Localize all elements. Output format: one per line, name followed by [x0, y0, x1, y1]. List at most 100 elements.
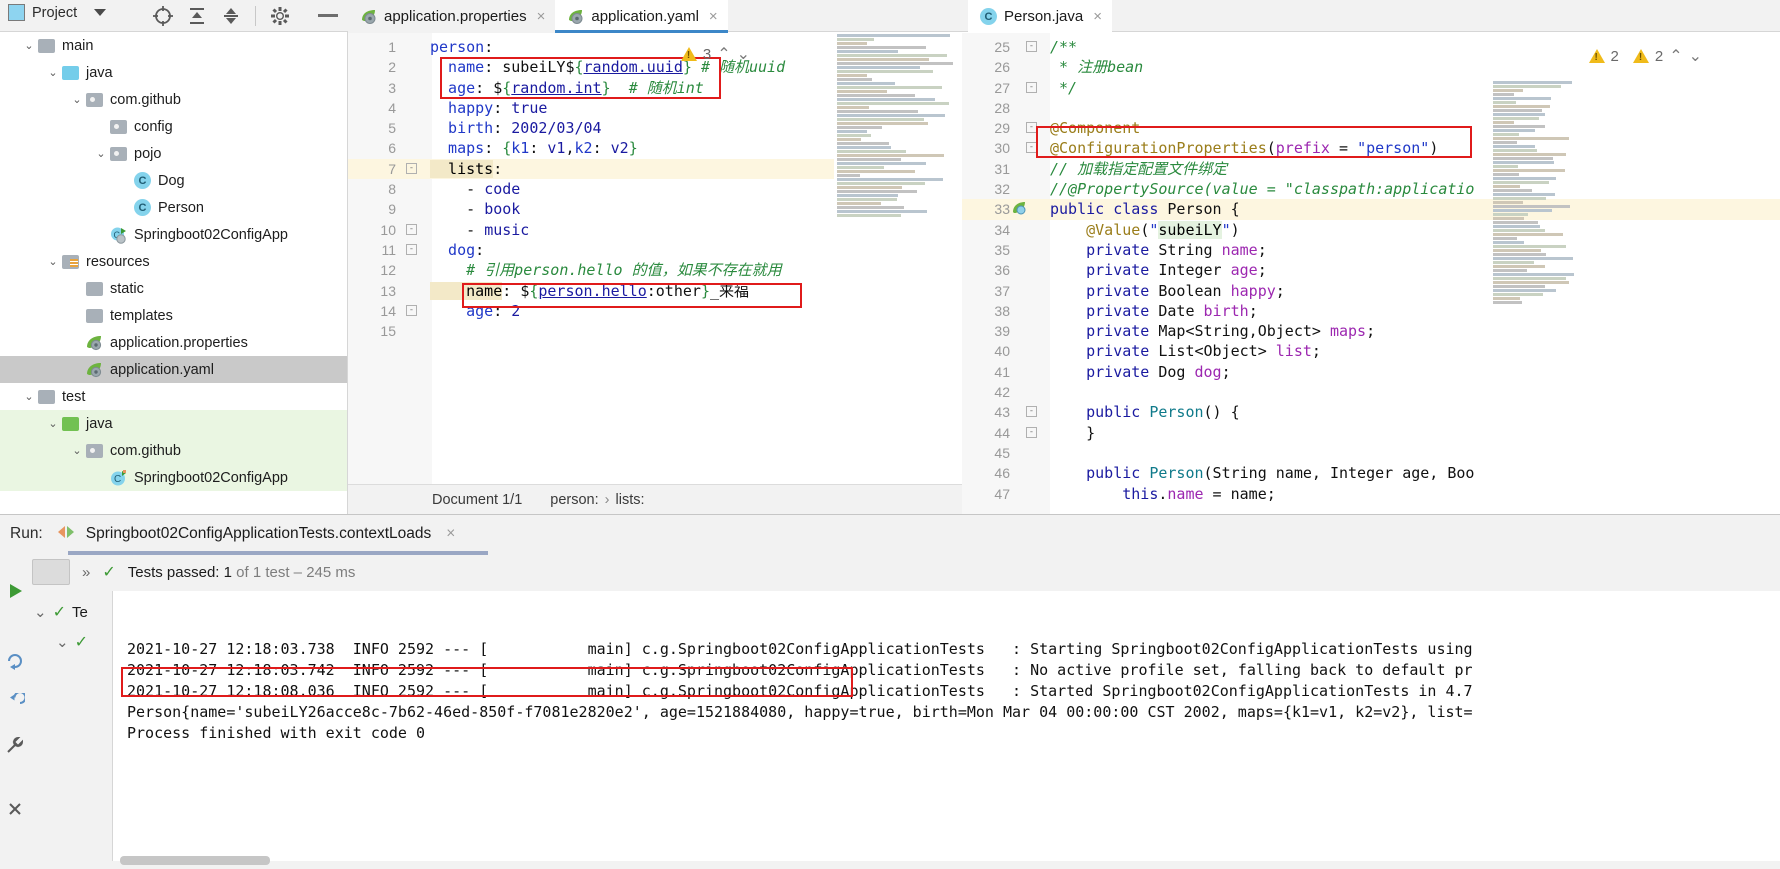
- settings-wrench-icon[interactable]: [0, 727, 30, 763]
- gear-icon[interactable]: [265, 3, 295, 29]
- tree-item-person[interactable]: C Person: [0, 194, 347, 221]
- close-icon[interactable]: ×: [709, 8, 718, 25]
- fold-marker-icon[interactable]: -: [406, 163, 417, 174]
- code-line[interactable]: 27 - */: [962, 78, 1780, 98]
- java-minimap[interactable]: [1490, 80, 1582, 410]
- chevron-down-icon[interactable]: ⌄: [44, 417, 62, 430]
- tree-item-springboot02configapp[interactable]: C Springboot02ConfigApp: [0, 221, 347, 248]
- fold-marker-icon[interactable]: -: [406, 224, 417, 235]
- chevron-down-icon[interactable]: ⌄: [68, 93, 86, 106]
- chevron-down-icon[interactable]: ⌄: [92, 147, 110, 160]
- code-line[interactable]: 28: [962, 98, 1780, 118]
- toggle-tests-button[interactable]: [32, 559, 70, 585]
- code-line[interactable]: 35 private String name;: [962, 240, 1780, 260]
- fold-marker-icon[interactable]: -: [1026, 41, 1037, 52]
- tree-item-resources[interactable]: ⌄ resources: [0, 248, 347, 275]
- collapse-all-icon[interactable]: [216, 3, 246, 29]
- project-tool-window-header[interactable]: Project: [8, 4, 106, 21]
- expand-chevron-icon[interactable]: »: [82, 564, 90, 581]
- tree-item-springboot02configapp[interactable]: C Springboot02ConfigApp: [0, 464, 347, 491]
- minimap-line: [837, 98, 935, 101]
- tree-item-com-github[interactable]: ⌄ com.github: [0, 437, 347, 464]
- tree-item-templates[interactable]: templates: [0, 302, 347, 329]
- code-line[interactable]: 43 - public Person() {: [962, 402, 1780, 422]
- code-line[interactable]: 32 //@PropertySource(value = "classpath:a…: [962, 179, 1780, 199]
- horizontal-scrollbar[interactable]: [120, 856, 270, 865]
- code-line[interactable]: 47 this.name = name;: [962, 484, 1780, 504]
- chevron-down-icon[interactable]: ⌄: [34, 603, 47, 621]
- close-icon[interactable]: ×: [537, 8, 546, 25]
- code-line[interactable]: 39 private Map<String,Object> maps;: [962, 321, 1780, 341]
- tree-item-pojo[interactable]: ⌄ pojo: [0, 140, 347, 167]
- expand-all-icon[interactable]: [182, 3, 212, 29]
- code-line[interactable]: 44 - }: [962, 423, 1780, 443]
- test-tree-child[interactable]: ⌄ ✓: [34, 627, 112, 657]
- close-panel-icon[interactable]: [0, 791, 30, 827]
- tree-item-config[interactable]: config: [0, 113, 347, 140]
- tree-item-dog[interactable]: C Dog: [0, 167, 347, 194]
- fold-marker-icon[interactable]: -: [1026, 142, 1037, 153]
- spring-bean-icon[interactable]: [1012, 201, 1027, 221]
- code-line[interactable]: 33 public class Person {: [962, 199, 1780, 219]
- close-icon[interactable]: ×: [1093, 8, 1102, 25]
- code-line[interactable]: 37 private Boolean happy;: [962, 281, 1780, 301]
- previous-problem-icon[interactable]: ⌃: [1669, 46, 1682, 66]
- chevron-down-icon[interactable]: ⌄: [56, 633, 69, 651]
- test-tree-root[interactable]: ⌄ ✓ Te: [34, 597, 112, 627]
- code-line[interactable]: 45: [962, 443, 1780, 463]
- run-icon[interactable]: [0, 573, 30, 609]
- code-line[interactable]: 40 private List<Object> list;: [962, 341, 1780, 361]
- target-icon[interactable]: [148, 3, 178, 29]
- tab-person-java[interactable]: C Person.java ×: [968, 0, 1112, 33]
- chevron-down-icon[interactable]: ⌄: [44, 66, 62, 79]
- breadcrumb-item-lists[interactable]: lists:: [616, 492, 645, 508]
- yaml-inspection-widget[interactable]: 3 ⌃ ⌄: [681, 44, 750, 64]
- fold-marker-icon[interactable]: -: [1026, 427, 1037, 438]
- chevron-down-icon[interactable]: ⌄: [20, 390, 38, 403]
- tab-application-yaml[interactable]: application.yaml ×: [555, 0, 727, 33]
- chevron-down-icon[interactable]: ⌄: [68, 444, 86, 457]
- rerun-failed-icon[interactable]: [0, 643, 30, 679]
- test-results-tree[interactable]: ⌄ ✓ Te ⌄ ✓: [34, 597, 112, 857]
- tree-item-application-yaml[interactable]: application.yaml: [0, 356, 347, 383]
- breadcrumb-item-person[interactable]: person:: [550, 492, 598, 508]
- fold-marker-icon[interactable]: -: [406, 305, 417, 316]
- tree-item-java[interactable]: ⌄ java: [0, 410, 347, 437]
- restart-icon[interactable]: [0, 685, 30, 721]
- java-inspection-widget[interactable]: 2 2 ⌃ ⌄: [1589, 46, 1703, 66]
- tree-item-application-properties[interactable]: application.properties: [0, 329, 347, 356]
- code-line[interactable]: 38 private Date birth;: [962, 301, 1780, 321]
- tree-item-java[interactable]: ⌄ java: [0, 59, 347, 86]
- fold-marker-icon[interactable]: -: [406, 244, 417, 255]
- next-problem-icon[interactable]: ⌄: [737, 44, 750, 64]
- next-problem-icon[interactable]: ⌄: [1689, 46, 1702, 66]
- console-output[interactable]: 2021-10-27 12:18:03.738 INFO 2592 --- [ …: [112, 591, 1780, 861]
- fold-marker-icon[interactable]: -: [1026, 122, 1037, 133]
- chevron-down-icon[interactable]: ⌄: [44, 255, 62, 268]
- fold-marker-icon[interactable]: -: [1026, 406, 1037, 417]
- code-line[interactable]: 34 @Value("subeiLY"): [962, 220, 1780, 240]
- code-line[interactable]: 46 public Person(String name, Integer ag…: [962, 463, 1780, 483]
- tree-item-main[interactable]: ⌄ main: [0, 32, 347, 59]
- tab-application-properties[interactable]: application.properties ×: [348, 0, 555, 33]
- chevron-down-icon[interactable]: [94, 9, 106, 16]
- project-tree[interactable]: ⌄ main ⌄ java ⌄ com.github config ⌄ pojo C Dog C Per…: [0, 32, 348, 514]
- breadcrumb[interactable]: Document 1/1 person: › lists:: [348, 484, 962, 514]
- java-editor[interactable]: 25-/** 26 * 注册bean 27- */28 29- @Component 30…: [962, 33, 1780, 514]
- yaml-minimap[interactable]: [834, 33, 962, 514]
- tree-item-com-github[interactable]: ⌄ com.github: [0, 86, 347, 113]
- fold-marker-icon[interactable]: -: [1026, 82, 1037, 93]
- code-line[interactable]: 36 private Integer age;: [962, 260, 1780, 280]
- run-configuration-tab[interactable]: Springboot02ConfigApplicationTests.conte…: [55, 524, 456, 545]
- minimize-icon[interactable]: [318, 14, 338, 17]
- code-line[interactable]: 42: [962, 382, 1780, 402]
- close-icon[interactable]: ×: [446, 525, 455, 543]
- code-line[interactable]: 31 // 加载指定配置文件绑定: [962, 159, 1780, 179]
- chevron-down-icon[interactable]: ⌄: [20, 39, 38, 52]
- previous-problem-icon[interactable]: ⌃: [717, 44, 730, 64]
- code-line[interactable]: 29 - @Component: [962, 118, 1780, 138]
- code-line[interactable]: 41 private Dog dog;: [962, 362, 1780, 382]
- tree-item-test[interactable]: ⌄ test: [0, 383, 347, 410]
- tree-item-static[interactable]: static: [0, 275, 347, 302]
- code-line[interactable]: 30 - @ConfigurationProperties(prefix = "pe…: [962, 138, 1780, 158]
